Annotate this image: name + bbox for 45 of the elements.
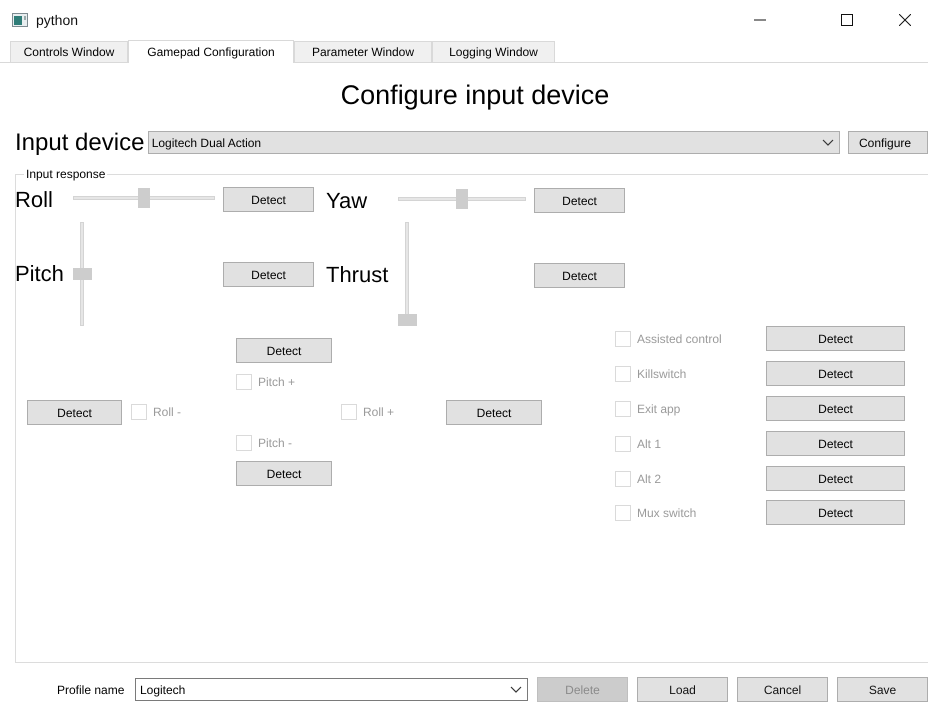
- slider-thumb[interactable]: [456, 189, 468, 209]
- slider[interactable]: [398, 222, 417, 326]
- detect-button[interactable]: Detect: [534, 263, 625, 288]
- detect-button[interactable]: Detect: [223, 262, 314, 287]
- slider-thumb[interactable]: [73, 268, 92, 280]
- checkbox-label: Roll +: [363, 404, 394, 421]
- checkbox-label: Assisted control: [637, 331, 722, 348]
- profile-button[interactable]: Load: [637, 677, 728, 702]
- slider[interactable]: [73, 222, 92, 326]
- slider-thumb[interactable]: [398, 314, 417, 326]
- checkbox-label: Alt 2: [637, 471, 662, 488]
- axis-label: Thrust: [326, 261, 388, 289]
- axis-label: Roll: [15, 186, 53, 214]
- device-dropdown[interactable]: Logitech Dual Action: [148, 131, 840, 154]
- field-label: Input device: [15, 130, 146, 155]
- tab[interactable]: Controls Window: [10, 41, 128, 62]
- checkbox-label: Roll -: [153, 404, 182, 421]
- checkbox-label: Pitch +: [258, 374, 296, 391]
- tab[interactable]: Parameter Window: [294, 41, 432, 62]
- maximize-icon: [841, 14, 853, 26]
- chevron-down-icon: [510, 686, 522, 694]
- tab[interactable]: Gamepad Configuration: [128, 40, 294, 63]
- checkbox-label: Alt 1: [637, 436, 662, 453]
- axis-label: Pitch: [15, 260, 64, 288]
- slider[interactable]: [398, 188, 526, 210]
- chevron-down-icon: [822, 138, 834, 146]
- configure-button[interactable]: Configure: [848, 131, 928, 154]
- field-label: Profile name: [57, 682, 126, 698]
- detect-button[interactable]: Detect: [534, 188, 625, 213]
- window-icon: [12, 13, 28, 27]
- axis-label: Yaw: [326, 187, 368, 215]
- profile-button[interactable]: Save: [837, 677, 928, 702]
- checkbox-label: Mux switch: [637, 505, 696, 522]
- close-icon: [899, 14, 911, 26]
- slider[interactable]: [73, 187, 215, 209]
- window-title: python: [36, 10, 78, 30]
- checkbox-label: Exit app: [637, 401, 680, 418]
- profile-dropdown[interactable]: Logitech: [134, 678, 528, 701]
- checkbox-label: Pitch -: [258, 435, 292, 452]
- tab[interactable]: Logging Window: [432, 41, 555, 62]
- detect-button[interactable]: Detect: [223, 187, 314, 212]
- page-heading: Configure input device: [340, 79, 610, 112]
- checkbox-label: Killswitch: [637, 366, 686, 383]
- slider-thumb[interactable]: [138, 188, 150, 208]
- profile-button[interactable]: Cancel: [737, 677, 828, 702]
